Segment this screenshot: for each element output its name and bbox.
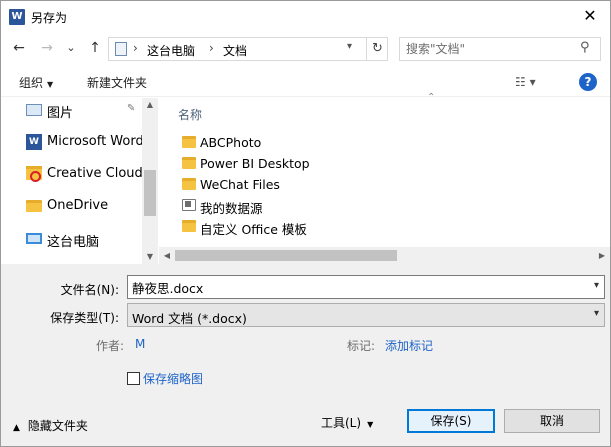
chevron-down-icon[interactable]: ▾: [594, 280, 599, 291]
chevron-down-icon: ▼: [367, 420, 374, 429]
sidebar-item-onedrive[interactable]: OneDrive: [1, 192, 142, 220]
sidebar-item-creative-cloud[interactable]: Creative Cloud F: [1, 160, 142, 188]
folder-icon: [182, 220, 196, 232]
author-value[interactable]: M: [135, 337, 145, 351]
help-icon[interactable]: ?: [579, 73, 597, 91]
save-as-dialog: W 另存为 ✕ ← → ⌄ ↑ › 这台电脑 › 文档 ▾ ↻ ⚲ 组织▼ 新建…: [0, 0, 611, 447]
scroll-right-arrow[interactable]: ▶: [594, 247, 610, 264]
filetype-value: Word 文档 (*.docx): [132, 311, 247, 326]
chevron-down-icon[interactable]: ▾: [347, 41, 352, 52]
add-tags-link[interactable]: 添加标记: [385, 337, 433, 354]
window-title: 另存为: [31, 11, 68, 25]
navigation-row: ← → ⌄ ↑ › 这台电脑 › 文档 ▾ ↻ ⚲: [1, 33, 610, 63]
filename-field[interactable]: ▾: [127, 275, 605, 299]
sidebar-item-label: Creative Cloud F: [47, 166, 142, 181]
folder-icon: [182, 178, 196, 190]
file-name: ABCPhoto: [200, 135, 262, 150]
tools-menu-button[interactable]: 工具(L) ▼: [321, 411, 391, 435]
word-icon: W: [26, 134, 42, 150]
breadcrumb-separator: ›: [133, 41, 138, 55]
sidebar-item-label: Microsoft Word: [47, 134, 142, 149]
search-icon[interactable]: ⚲: [580, 40, 590, 55]
new-folder-button[interactable]: 新建文件夹: [87, 74, 147, 91]
list-item[interactable]: 自定义 Office 模板: [178, 216, 478, 237]
sidebar-item-pictures[interactable]: 图片 ✎: [1, 96, 142, 124]
title-bar: W 另存为 ✕: [1, 1, 610, 33]
scrollbar-thumb[interactable]: [175, 250, 397, 261]
sort-up-icon: ⌃: [427, 92, 436, 103]
computer-icon: [26, 233, 42, 244]
toolbar: 组织 ▼ 新建文件夹 ☷ ▾ ?: [1, 67, 610, 97]
picture-icon: [26, 104, 42, 116]
breadcrumb-separator: ›: [209, 41, 214, 55]
list-item[interactable]: Power BI Desktop: [178, 153, 478, 174]
hide-folders-toggle[interactable]: ▲ 隐藏文件夹: [13, 417, 88, 434]
close-button[interactable]: ✕: [570, 1, 610, 31]
data-source-icon: [182, 199, 196, 211]
back-button[interactable]: ←: [9, 38, 29, 58]
scrollbar-thumb[interactable]: [144, 170, 156, 216]
file-name: Power BI Desktop: [200, 156, 310, 171]
up-button[interactable]: ↑: [85, 38, 105, 58]
save-button[interactable]: 保存(S): [407, 409, 495, 433]
file-name: 我的数据源: [200, 201, 263, 216]
list-item[interactable]: 我的数据源: [178, 195, 478, 216]
column-header-name[interactable]: 名称: [178, 106, 202, 123]
breadcrumb-this-pc[interactable]: 这台电脑: [147, 42, 195, 59]
file-list-pane: 名称 ⌃ ABCPhoto Power BI Desktop WeChat Fi…: [159, 92, 610, 264]
scroll-left-arrow[interactable]: ◀: [159, 247, 175, 264]
sidebar-item-microsoft-word[interactable]: W Microsoft Word: [1, 128, 142, 156]
search-box[interactable]: ⚲: [399, 37, 601, 61]
chevron-up-icon: ▲: [13, 423, 20, 433]
filetype-label: 保存类型(T):: [50, 311, 119, 325]
view-options-icon[interactable]: ☷ ▾: [515, 75, 536, 89]
scroll-down-arrow[interactable]: ▼: [142, 250, 158, 264]
save-form: 文件名(N): ▾ 保存类型(T): Word 文档 (*.docx) ▾ 作者…: [1, 264, 610, 446]
filetype-select[interactable]: Word 文档 (*.docx) ▾: [127, 303, 605, 327]
navigation-pane: 图片 ✎ W Microsoft Word Creative Cloud F O…: [1, 98, 158, 264]
organize-menu[interactable]: 组织 ▼: [19, 74, 53, 91]
sidebar-scrollbar[interactable]: ▲ ▼: [142, 98, 158, 264]
creative-cloud-folder-icon: [26, 166, 42, 182]
file-name: WeChat Files: [200, 177, 280, 192]
filename-label: 文件名(N):: [60, 283, 119, 297]
forward-button[interactable]: →: [37, 38, 57, 58]
filename-input[interactable]: [132, 279, 582, 296]
save-thumbnail-checkbox[interactable]: [127, 372, 140, 385]
browser-body: 图片 ✎ W Microsoft Word Creative Cloud F O…: [1, 92, 610, 264]
folder-icon: [182, 157, 196, 169]
list-item[interactable]: WeChat Files: [178, 174, 478, 195]
file-name: 自定义 Office 模板: [200, 222, 307, 237]
search-input[interactable]: [406, 41, 576, 57]
address-bar[interactable]: › 这台电脑 › 文档 ▾ ↻: [108, 37, 388, 61]
word-app-icon: W: [9, 9, 25, 25]
sidebar-item-this-pc[interactable]: 这台电脑: [1, 225, 142, 253]
pin-icon[interactable]: ✎: [127, 103, 135, 114]
sidebar-item-label: 这台电脑: [47, 235, 100, 250]
scroll-up-arrow[interactable]: ▲: [142, 98, 158, 112]
author-label: 作者:: [96, 339, 125, 353]
folder-icon: [182, 136, 196, 148]
chevron-down-icon: ▼: [47, 80, 54, 89]
recent-locations-button[interactable]: ⌄: [61, 38, 81, 58]
list-item[interactable]: ABCPhoto: [178, 132, 478, 153]
tags-label: 标记:: [347, 339, 376, 353]
horizontal-scrollbar[interactable]: ◀ ▶: [159, 247, 610, 264]
folder-icon: [26, 200, 42, 212]
location-icon: [115, 42, 127, 56]
refresh-button[interactable]: ↻: [366, 38, 388, 60]
breadcrumb-documents[interactable]: 文档: [223, 42, 247, 59]
save-thumbnail-label[interactable]: 保存缩略图: [143, 370, 203, 387]
cancel-button[interactable]: 取消: [504, 409, 600, 433]
sidebar-item-label: OneDrive: [47, 198, 109, 213]
chevron-down-icon: ▾: [593, 308, 599, 319]
